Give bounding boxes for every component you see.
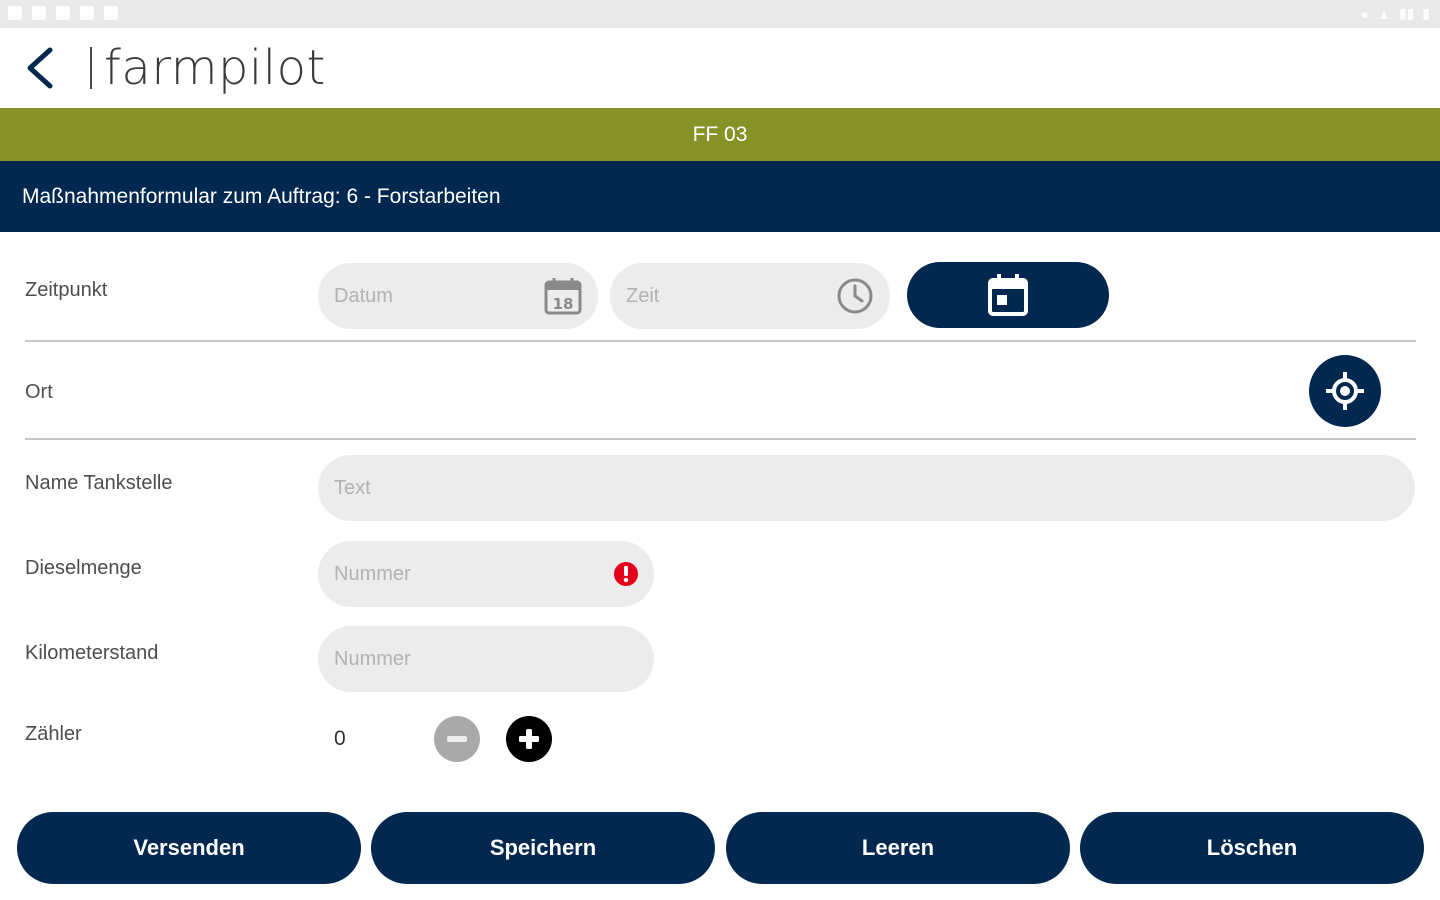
tankstelle-input[interactable]: Text (318, 455, 1415, 521)
minus-icon (447, 736, 467, 742)
counter-increment-button[interactable] (506, 716, 552, 762)
tankstelle-label: Name Tankstelle (25, 472, 173, 494)
set-current-time-button[interactable] (907, 262, 1109, 328)
form-heading: Maßnahmenformular zum Auftrag: 6 - Forst… (22, 184, 501, 208)
km-input[interactable]: Nummer (318, 626, 654, 692)
notification-icon (80, 6, 94, 20)
status-bar: ● ▲ ▮▮ ▮ (0, 0, 1440, 28)
counter-decrement-button[interactable] (434, 716, 480, 762)
row-divider (25, 438, 1416, 440)
counter-label: Zähler (25, 723, 82, 745)
tankstelle-placeholder: Text (334, 476, 371, 499)
plus-icon (519, 729, 539, 749)
calendar-icon: 18 (544, 278, 582, 315)
status-bar-system-icons: ● ▲ ▮▮ ▮ (1361, 5, 1430, 22)
zeitpunkt-label: Zeitpunkt (25, 279, 108, 301)
notification-icon (8, 6, 22, 20)
logo-divider (90, 47, 92, 89)
battery-status-icon: ▮ (1422, 5, 1430, 21)
form-heading-bar: Maßnahmenformular zum Auftrag: 6 - Forst… (0, 161, 1440, 232)
diesel-input[interactable]: Nummer (318, 541, 654, 607)
form-code: FF 03 (692, 122, 748, 146)
back-button[interactable] (22, 44, 66, 92)
date-input[interactable]: Datum 18 (318, 263, 598, 329)
location-target-icon (1326, 372, 1364, 410)
calendar-day: 18 (553, 295, 574, 313)
diesel-label: Dieselmenge (25, 557, 142, 579)
km-label: Kilometerstand (25, 642, 159, 664)
diesel-placeholder: Nummer (334, 562, 411, 585)
app-bar: farmpilot (0, 28, 1440, 108)
error-icon (614, 562, 638, 586)
location-status-icon: ● (1360, 5, 1369, 22)
time-input[interactable]: Zeit (610, 263, 890, 329)
calendar-today-icon (988, 274, 1028, 316)
ort-label: Ort (25, 381, 53, 403)
signal-status-icon: ▮▮ (1398, 5, 1415, 21)
notification-icon (32, 6, 46, 20)
km-placeholder: Nummer (334, 647, 411, 670)
send-button[interactable]: Versenden (17, 812, 361, 884)
get-location-button[interactable] (1309, 355, 1381, 427)
notification-icon (104, 6, 118, 20)
counter-value: 0 (334, 727, 346, 750)
status-bar-notifications (8, 6, 118, 20)
app-logo-text: farmpilot (104, 40, 326, 96)
back-arrow-icon (27, 47, 53, 89)
clock-icon (837, 278, 873, 314)
clear-button[interactable]: Leeren (726, 812, 1070, 884)
wifi-status-icon: ▲ (1377, 5, 1391, 22)
row-divider (25, 340, 1416, 342)
notification-icon (56, 6, 70, 20)
save-button[interactable]: Speichern (371, 812, 715, 884)
form-code-banner: FF 03 (0, 108, 1440, 161)
delete-button[interactable]: Löschen (1080, 812, 1424, 884)
app-logo: farmpilot (90, 40, 326, 96)
